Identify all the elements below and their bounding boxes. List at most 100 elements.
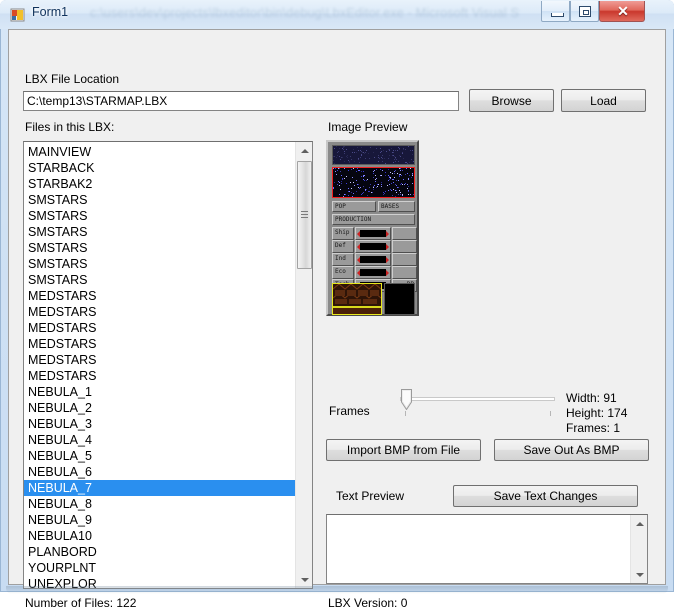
load-button[interactable]: Load: [561, 89, 646, 112]
preview-top-strip: [332, 145, 415, 165]
list-item[interactable]: STARBACK: [24, 160, 297, 176]
star-pixel: [374, 157, 375, 158]
list-item[interactable]: NEBULA_4: [24, 432, 297, 448]
star-pixel: [404, 184, 405, 185]
lbx-file-location-input[interactable]: C:\temp13\STARMAP.LBX: [23, 91, 459, 111]
star-pixel: [344, 151, 345, 152]
star-pixel: [412, 150, 413, 151]
star-pixel: [346, 176, 347, 177]
star-pixel: [350, 156, 351, 157]
star-pixel: [369, 191, 370, 192]
star-pixel: [394, 156, 395, 157]
star-pixel: [385, 175, 386, 176]
list-item[interactable]: NEBULA_9: [24, 512, 297, 528]
star-pixel: [398, 194, 399, 195]
text-preview-scrollbar[interactable]: [630, 515, 647, 583]
list-item[interactable]: MEDSTARS: [24, 368, 297, 384]
list-item[interactable]: MEDSTARS: [24, 288, 297, 304]
list-item[interactable]: SMSTARS: [24, 240, 297, 256]
star-pixel: [369, 187, 370, 188]
star-pixel: [413, 161, 414, 162]
star-pixel: [412, 173, 413, 174]
list-item[interactable]: SMSTARS: [24, 256, 297, 272]
star-pixel: [396, 192, 397, 193]
trackbar-thumb[interactable]: [401, 389, 412, 411]
star-pixel: [333, 188, 334, 189]
star-pixel: [400, 174, 401, 175]
frames-trackbar[interactable]: [392, 385, 562, 417]
text-scroll-down-button[interactable]: [631, 566, 647, 583]
star-pixel: [384, 158, 385, 159]
list-item[interactable]: MEDSTARS: [24, 320, 297, 336]
star-pixel: [407, 188, 408, 189]
list-item[interactable]: MEDSTARS: [24, 304, 297, 320]
list-item[interactable]: PLANBORD: [24, 544, 297, 560]
star-pixel: [391, 148, 392, 149]
list-item[interactable]: NEBULA_6: [24, 464, 297, 480]
star-pixel: [380, 148, 381, 149]
list-item[interactable]: YOURPLNT: [24, 560, 297, 576]
close-button[interactable]: ✕: [599, 1, 645, 22]
list-item[interactable]: NEBULA_3: [24, 416, 297, 432]
maximize-button[interactable]: [570, 1, 599, 22]
list-item[interactable]: NEBULA_5: [24, 448, 297, 464]
file-listbox[interactable]: MAINVIEW STARBACK STARBAK2 SMSTARS SMSTARS SM…: [23, 141, 313, 589]
scroll-up-button[interactable]: [296, 142, 312, 159]
chevron-down-icon: [300, 577, 309, 582]
star-pixel: [343, 149, 344, 150]
star-pixel: [388, 190, 389, 191]
star-pixel: [361, 147, 362, 148]
game-pixel-panel: POP BASES PRODUCTION ShipDefIndEcoTechRP: [326, 140, 419, 316]
list-item[interactable]: SMSTARS: [24, 272, 297, 288]
list-item[interactable]: NEBULA_2: [24, 400, 297, 416]
list-item[interactable]: MEDSTARS: [24, 352, 297, 368]
star-pixel: [373, 177, 374, 178]
star-pixel: [413, 194, 414, 195]
star-pixel: [405, 149, 406, 150]
star-pixel: [375, 181, 376, 182]
list-item[interactable]: MEDSTARS: [24, 336, 297, 352]
text-scroll-up-button[interactable]: [631, 515, 647, 532]
trackbar-rail: [400, 397, 555, 401]
list-item[interactable]: NEBULA10: [24, 528, 297, 544]
star-pixel: [389, 150, 390, 151]
star-pixel: [408, 179, 409, 180]
star-pixel: [382, 158, 383, 159]
list-item[interactable]: SMSTARS: [24, 208, 297, 224]
list-item[interactable]: NEBULA_1: [24, 384, 297, 400]
star-pixel: [366, 189, 367, 190]
star-pixel: [392, 152, 393, 153]
star-pixel: [358, 150, 359, 151]
lbx-file-location-label: LBX File Location: [25, 72, 120, 86]
star-pixel: [396, 185, 397, 186]
save-out-as-bmp-button[interactable]: Save Out As BMP: [494, 439, 649, 461]
list-item[interactable]: SMSTARS: [24, 224, 297, 240]
image-width-readout: Width: 91: [566, 391, 617, 405]
list-item[interactable]: STARBAK2: [24, 176, 297, 192]
list-item[interactable]: NEBULA_7: [24, 480, 297, 496]
star-pixel: [337, 152, 338, 153]
scrollbar-thumb[interactable]: [297, 161, 312, 269]
star-pixel: [334, 182, 335, 183]
list-item[interactable]: MAINVIEW: [24, 144, 297, 160]
list-item[interactable]: NEBULA_8: [24, 496, 297, 512]
star-pixel: [393, 182, 394, 183]
star-pixel: [407, 184, 408, 185]
star-pixel: [412, 154, 413, 155]
save-text-changes-button[interactable]: Save Text Changes: [453, 485, 638, 507]
star-pixel: [359, 188, 360, 189]
star-pixel: [397, 173, 398, 174]
star-pixel: [334, 163, 335, 164]
file-list-scrollbar[interactable]: [295, 142, 312, 588]
import-bmp-button[interactable]: Import BMP from File: [326, 439, 481, 461]
minimize-button[interactable]: [541, 1, 570, 22]
star-pixel: [396, 180, 397, 181]
text-preview-label: Text Preview: [336, 489, 405, 503]
browse-button[interactable]: Browse: [469, 89, 554, 112]
star-pixel: [399, 190, 400, 191]
list-item[interactable]: SMSTARS: [24, 192, 297, 208]
text-preview-textarea[interactable]: [326, 514, 648, 584]
star-pixel: [344, 161, 345, 162]
star-pixel: [401, 175, 402, 176]
star-pixel: [385, 172, 386, 173]
